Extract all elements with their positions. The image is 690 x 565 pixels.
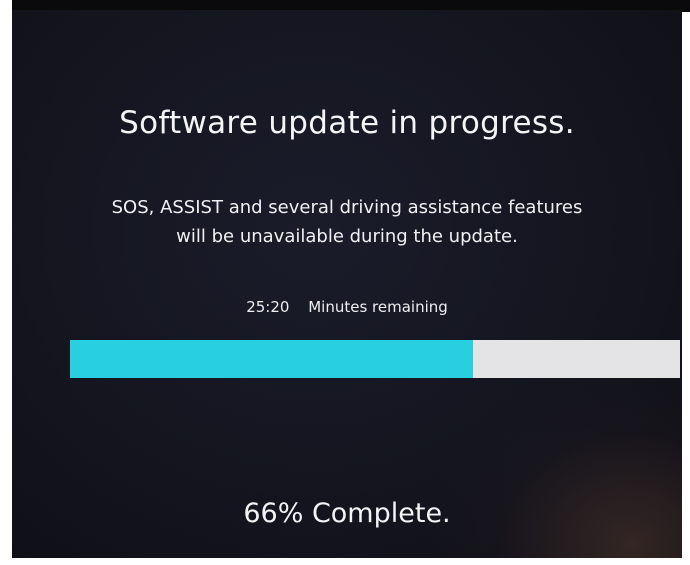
progress-bar: [70, 340, 680, 378]
percent-complete-label: 66% Complete.: [243, 498, 451, 529]
bezel-left: [0, 0, 12, 565]
screen-glare: [422, 368, 682, 558]
time-remaining-label: Minutes remaining: [308, 298, 448, 316]
unavailable-features-message: SOS, ASSIST and several driving assistan…: [12, 193, 682, 251]
time-remaining-value: 25:20: [246, 298, 290, 316]
update-screen: Software update in progress. SOS, ASSIST…: [12, 10, 682, 558]
message-line-1: SOS, ASSIST and several driving assistan…: [111, 197, 583, 218]
time-remaining-row: 25:20 Minutes remaining: [12, 298, 682, 316]
progress-bar-fill: [70, 340, 473, 378]
page-title: Software update in progress.: [119, 105, 575, 141]
photo-frame: Software update in progress. SOS, ASSIST…: [0, 0, 690, 565]
message-line-2: will be unavailable during the update.: [176, 226, 518, 247]
